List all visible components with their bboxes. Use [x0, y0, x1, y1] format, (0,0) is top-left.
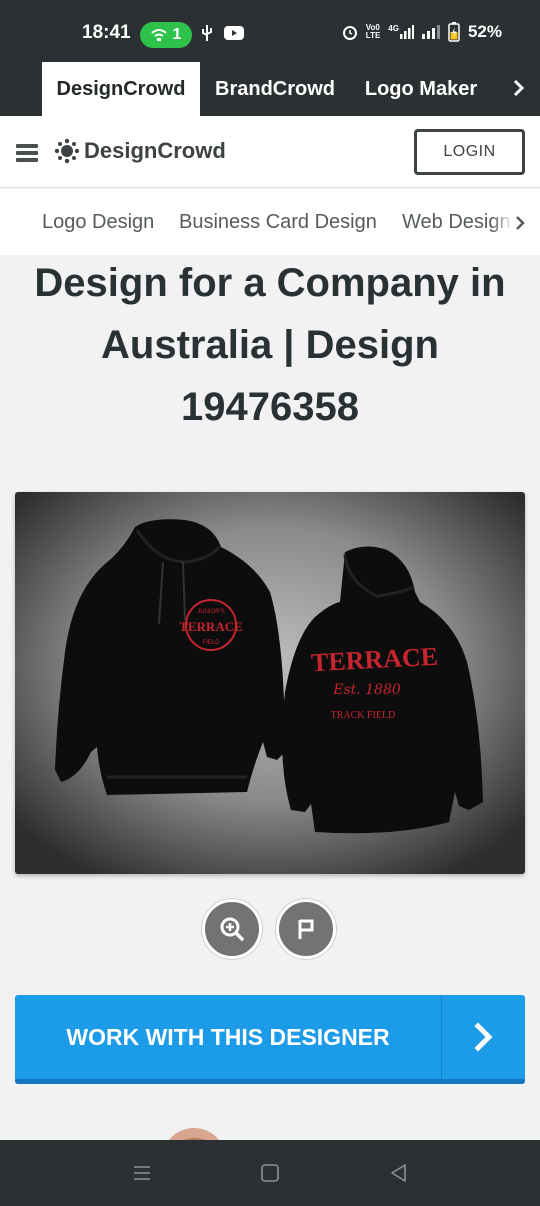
tab-designcrowd[interactable]: DesignCrowd [42, 62, 200, 116]
signal-4g-indicator: 4G [388, 25, 414, 39]
status-time: 18:41 [82, 22, 131, 43]
menu-icon[interactable] [16, 144, 38, 162]
recent-apps-icon [134, 1166, 150, 1180]
category-logo-design[interactable]: Logo Design [42, 211, 154, 234]
signal-icon-2 [421, 25, 440, 39]
front-arc-bottom: FIELD [202, 640, 220, 646]
back-sub-text: TRACK FIELD [331, 710, 396, 721]
site-header: DesignCrowd LOGIN [0, 116, 540, 188]
category-business-card-design[interactable]: Business Card Design [179, 211, 377, 234]
hotspot-pill: 1 [140, 22, 192, 48]
back-script-text: Est. 1880 [332, 682, 401, 698]
usb-icon [202, 25, 212, 41]
design-image[interactable]: TERRACE JUNIOR'S FIELD TERRACE Est. 1880… [15, 492, 525, 874]
chevron-right-icon [473, 1022, 493, 1052]
category-nav: Logo Design Business Card Design Web Des… [0, 189, 540, 255]
zoom-in-icon [220, 917, 244, 941]
system-nav-bar [0, 1140, 540, 1206]
chevron-right-icon[interactable] [512, 76, 526, 100]
hotspot-count: 1 [172, 26, 182, 43]
work-with-designer-button[interactable]: WORK WITH THIS DESIGNER [15, 995, 525, 1084]
youtube-icon [224, 26, 244, 40]
designcrowd-logo[interactable]: DesignCrowd [54, 138, 226, 164]
recent-apps-button[interactable] [127, 1158, 157, 1188]
tab-logo-maker[interactable]: Logo Maker [350, 62, 492, 116]
battery-icon [448, 22, 460, 42]
login-button[interactable]: LOGIN [414, 129, 525, 175]
status-bar: 18:41 1 Vo0 LTE 4G 52% [0, 0, 540, 62]
tab-brandcrowd[interactable]: BrandCrowd [200, 62, 350, 116]
flag-icon [298, 919, 314, 939]
cta-arrow [442, 995, 525, 1079]
alarm-icon [342, 26, 357, 40]
hoodie-mockup-illustration: TERRACE JUNIOR'S FIELD TERRACE Est. 1880… [15, 492, 525, 874]
wifi-icon [150, 29, 167, 41]
zoom-button[interactable] [202, 899, 262, 959]
chevron-right-icon[interactable] [514, 213, 526, 233]
front-chest-text: TERRACE [179, 619, 243, 634]
logo-text: DesignCrowd [84, 138, 226, 163]
front-arc-top: JUNIOR'S [197, 609, 224, 615]
battery-percent: 52% [467, 22, 502, 41]
designcrowd-burst-icon [54, 138, 80, 164]
home-icon [261, 1164, 279, 1182]
brand-tabs: DesignCrowd BrandCrowd Logo Maker [0, 62, 540, 116]
home-button[interactable] [255, 1158, 285, 1188]
signal-icon [399, 25, 414, 39]
report-button[interactable] [276, 899, 336, 959]
back-button[interactable] [384, 1158, 414, 1188]
volte-indicator: Vo0 LTE [365, 23, 381, 40]
page-title: Design for a Company in Australia | Desi… [34, 261, 506, 429]
cta-label: WORK WITH THIS DESIGNER [66, 1023, 390, 1050]
back-icon [391, 1164, 406, 1182]
